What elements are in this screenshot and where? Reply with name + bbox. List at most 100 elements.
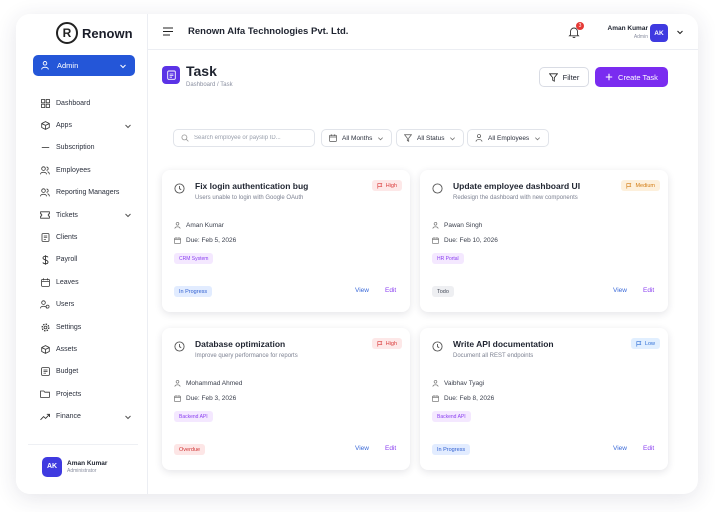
project-tag: CRM System xyxy=(174,253,214,264)
task-title: Write API documentation xyxy=(453,339,554,349)
sidebar-item-assets[interactable]: Assets xyxy=(40,338,132,360)
apps-icon xyxy=(40,121,50,131)
employees-dropdown[interactable]: All Employees xyxy=(467,129,550,147)
clock-icon[interactable] xyxy=(432,341,443,352)
folder-icon xyxy=(40,389,50,399)
sidebar-item-projects[interactable]: Projects xyxy=(40,383,132,405)
avatar[interactable]: AK xyxy=(650,24,668,42)
edit-link[interactable]: Edit xyxy=(643,445,654,452)
filter-button-label: Filter xyxy=(562,72,580,82)
sidebar-item-label: Reporting Managers xyxy=(56,189,120,197)
sidebar-item-subscription[interactable]: Subscription xyxy=(40,137,132,159)
sidebar-item-reporting-managers[interactable]: Reporting Managers xyxy=(40,182,132,204)
task-assignee: Aman Kumar xyxy=(174,222,224,229)
chevron-down-icon xyxy=(378,136,384,140)
view-link[interactable]: View xyxy=(355,445,369,452)
funnel-icon xyxy=(404,134,412,142)
chevron-down-icon xyxy=(125,124,131,128)
user-name: Aman Kumar xyxy=(67,459,108,467)
task-description: Improve query performance for reports xyxy=(195,353,298,359)
logo-text: Renown xyxy=(82,25,133,41)
edit-link[interactable]: Edit xyxy=(385,445,396,452)
search-input[interactable] xyxy=(194,135,314,141)
circle-icon[interactable] xyxy=(432,183,443,194)
sidebar-item-tickets[interactable]: Tickets xyxy=(40,204,132,226)
logo[interactable]: R Renown xyxy=(56,22,133,44)
view-link[interactable]: View xyxy=(613,287,627,294)
avatar: AK xyxy=(42,456,62,477)
project-tag: Backend API xyxy=(432,411,471,422)
task-due-date: Due: Feb 10, 2026 xyxy=(432,237,498,244)
chevron-down-icon xyxy=(125,213,131,218)
status-badge: Overdue xyxy=(174,444,206,455)
months-dropdown[interactable]: All Months xyxy=(321,129,393,147)
sidebar-item-clients[interactable]: Clients xyxy=(40,226,132,248)
calendar-icon xyxy=(174,395,181,402)
ticket-icon xyxy=(40,210,50,220)
sidebar-item-label: Budget xyxy=(56,368,79,376)
user-icon xyxy=(475,134,483,142)
task-icon xyxy=(162,66,180,84)
role-label: Admin xyxy=(57,61,79,70)
sidebar-item-employees[interactable]: Employees xyxy=(40,159,132,181)
status-dropdown[interactable]: All Status xyxy=(396,129,465,147)
sidebar-item-payroll[interactable]: Payroll xyxy=(40,249,132,271)
sidebar-item-label: Settings xyxy=(56,323,82,331)
sidebar-nav: Dashboard Apps Subscription Employees Re… xyxy=(40,92,132,428)
task-card[interactable]: Fix login authentication bug Users unabl… xyxy=(162,170,410,312)
task-description: Users unable to login with Google OAuth xyxy=(195,195,304,201)
user-tie-icon xyxy=(41,61,49,70)
due-date-text: Due: Feb 8, 2026 xyxy=(444,395,495,402)
hamburger-menu-icon[interactable] xyxy=(163,27,173,36)
role-selector[interactable]: Admin xyxy=(33,55,135,76)
header-user[interactable]: Aman Kumar Admin xyxy=(602,25,648,40)
search-box[interactable] xyxy=(173,129,315,147)
task-card[interactable]: Update employee dashboard UI Redesign th… xyxy=(420,170,668,312)
funnel-icon xyxy=(548,72,558,82)
flag-icon xyxy=(626,182,632,189)
filter-button[interactable]: Filter xyxy=(539,67,589,87)
status-badge: In Progress xyxy=(432,444,471,455)
priority-badge: High xyxy=(371,180,402,191)
task-due-date: Due: Feb 8, 2026 xyxy=(432,395,494,402)
sidebar-item-apps[interactable]: Apps xyxy=(40,114,132,136)
dollar-icon xyxy=(40,255,50,265)
sidebar-item-leaves[interactable]: Leaves xyxy=(40,271,132,293)
edit-link[interactable]: Edit xyxy=(643,287,654,294)
sidebar-item-label: Tickets xyxy=(56,211,78,219)
chevron-down-icon[interactable] xyxy=(676,28,684,36)
sidebar-item-budget[interactable]: Budget xyxy=(40,361,132,383)
priority-badge: Low xyxy=(630,338,660,349)
sidebar-item-settings[interactable]: Settings xyxy=(40,316,132,338)
task-card[interactable]: Database optimization Improve query perf… xyxy=(162,328,410,470)
sidebar-item-finance[interactable]: Finance xyxy=(40,405,132,427)
create-task-button[interactable]: Create Task xyxy=(595,67,668,87)
task-assignee: Mohammad Ahmed xyxy=(174,380,242,387)
user-role: Administrator xyxy=(67,467,97,474)
clock-icon[interactable] xyxy=(174,183,185,194)
employees-icon xyxy=(40,165,50,175)
task-card[interactable]: Write API documentation Document all RES… xyxy=(420,328,668,470)
status-badge: In Progress xyxy=(174,286,213,297)
project-tag: Backend API xyxy=(174,411,213,422)
sidebar-item-users[interactable]: Users xyxy=(40,294,132,316)
task-title: Update employee dashboard UI xyxy=(453,181,581,191)
calendar-icon xyxy=(329,134,337,142)
breadcrumb: Dashboard / Task xyxy=(186,82,233,88)
clock-icon[interactable] xyxy=(174,341,185,352)
edit-link[interactable]: Edit xyxy=(385,287,396,294)
leaves-icon xyxy=(40,277,50,287)
employees-dropdown-value: All Employees xyxy=(488,134,530,142)
user-name: Aman Kumar xyxy=(607,25,648,32)
user-icon xyxy=(432,380,439,387)
sidebar-item-dashboard[interactable]: Dashboard xyxy=(40,92,132,114)
view-link[interactable]: View xyxy=(355,287,369,294)
task-assignee: Vaibhav Tyagi xyxy=(432,380,484,387)
page-title: Task xyxy=(186,63,217,79)
months-dropdown-value: All Months xyxy=(342,134,373,142)
sidebar-item-label: Subscription xyxy=(56,144,95,152)
sidebar-user[interactable]: AK Aman Kumar Administrator xyxy=(28,444,138,478)
view-link[interactable]: View xyxy=(613,445,627,452)
sidebar-item-label: Assets xyxy=(56,345,78,353)
assignee-name: Aman Kumar xyxy=(186,222,224,229)
